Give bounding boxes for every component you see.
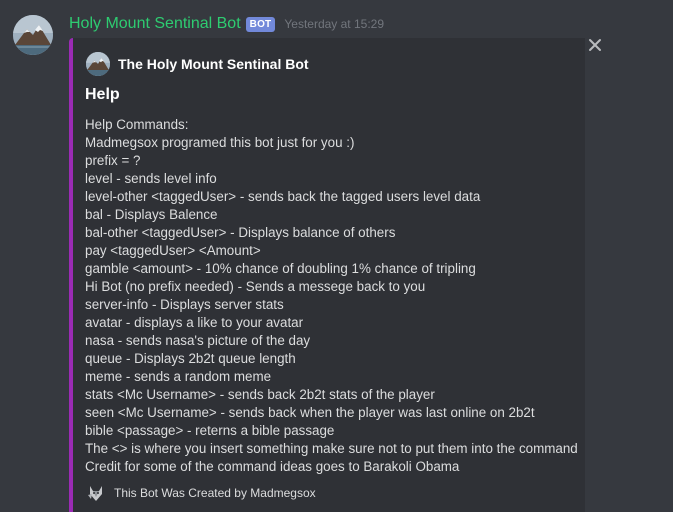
embed-description-line: prefix = ? <box>85 153 141 168</box>
embed-description-line: nasa - sends nasa's picture of the day <box>85 333 311 348</box>
embed-description-line: The <> is where you insert something mak… <box>85 441 578 456</box>
embed-description-line: stats <Mc Username> - sends back 2b2t st… <box>85 387 435 402</box>
close-icon[interactable] <box>586 36 604 54</box>
embed-description-line: queue - Displays 2b2t queue length <box>85 351 296 366</box>
wolf-footer-icon <box>86 483 106 503</box>
message-header: Holy Mount Sentinal Bot BOT Yesterday at… <box>69 13 384 35</box>
embed-description-line: Madmegsox programed this bot just for yo… <box>85 135 355 150</box>
embed-description-line: bible <passage> - reterns a bible passag… <box>85 423 335 438</box>
embed-description-line: gamble <amount> - 10% chance of doubling… <box>85 261 476 276</box>
embed-description-line: Help Commands: <box>85 117 189 132</box>
bot-badge: BOT <box>245 16 276 32</box>
embed-description-line: level - sends level info <box>85 171 217 186</box>
embed-author-name: The Holy Mount Sentinal Bot <box>118 56 309 72</box>
embed-footer: This Bot Was Created by Madmegsox <box>86 483 316 503</box>
embed-description-line: bal - Displays Balence <box>85 207 218 222</box>
mountain-avatar-icon[interactable] <box>13 15 53 55</box>
username[interactable]: Holy Mount Sentinal Bot <box>69 15 241 33</box>
embed-description: Help Commands: Madmegsox programed this b… <box>85 116 581 476</box>
embed-title: Help <box>85 86 120 103</box>
embed-description-line: pay <taggedUser> <Amount> <box>85 243 261 258</box>
embed-description-line: avatar - displays a like to your avatar <box>85 315 304 330</box>
rich-embed: The Holy Mount Sentinal Bot Help Help Co… <box>69 38 585 512</box>
message-timestamp: Yesterday at 15:29 <box>284 17 385 31</box>
embed-description-line: server-info - Displays server stats <box>85 297 284 312</box>
chat-message: Holy Mount Sentinal Bot BOT Yesterday at… <box>0 0 673 512</box>
embed-description-line: meme - sends a random meme <box>85 369 272 384</box>
embed-author: The Holy Mount Sentinal Bot <box>86 52 309 76</box>
embed-description-line: level-other <taggedUser> - sends back th… <box>85 189 481 204</box>
embed-description-line: Hi Bot (no prefix needed) - Sends a mess… <box>85 279 426 294</box>
embed-footer-text: This Bot Was Created by Madmegsox <box>114 486 316 500</box>
mountain-avatar-icon <box>86 52 110 76</box>
embed-description-line: seen <Mc Username> - sends back when the… <box>85 405 535 420</box>
embed-description-line: Credit for some of the command ideas goe… <box>85 459 460 474</box>
embed-description-line: bal-other <taggedUser> - Displays balanc… <box>85 225 396 240</box>
